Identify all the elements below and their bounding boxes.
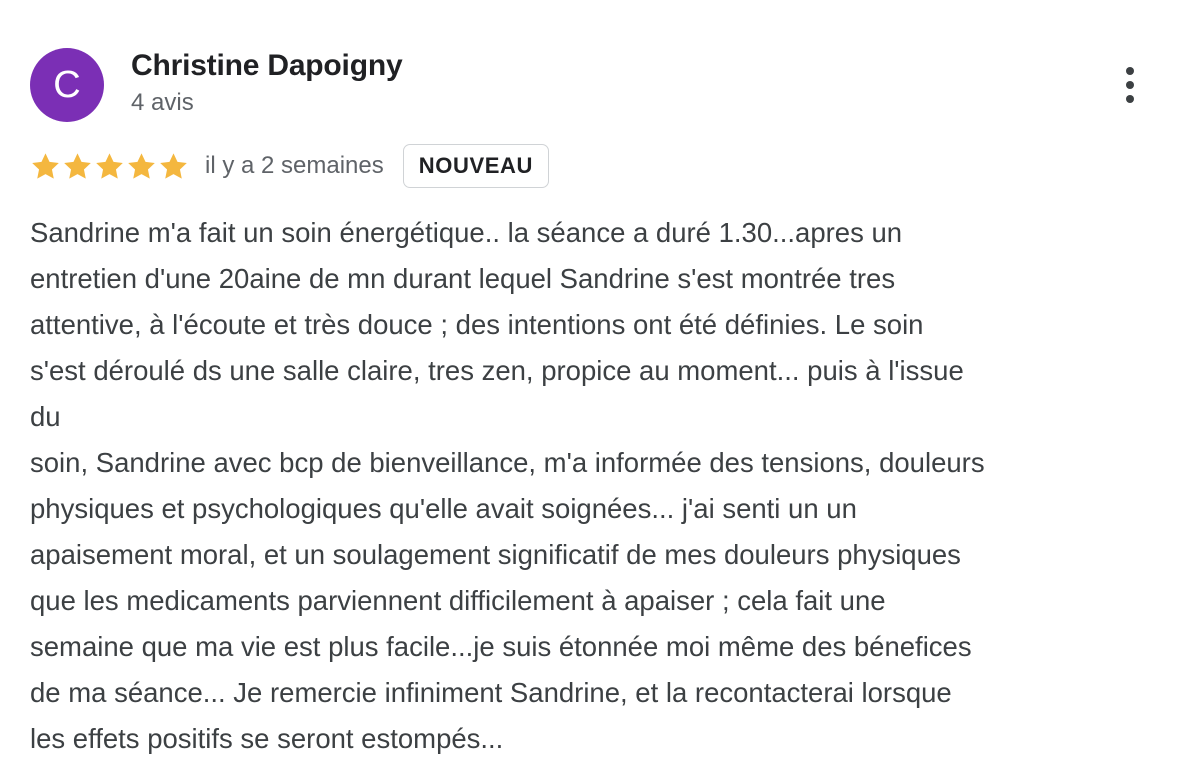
- review-text-line: Sandrine m'a fait un soin énergétique.. …: [30, 217, 903, 248]
- review-text-line: soin, Sandrine avec bcp de bienveillance…: [30, 447, 985, 478]
- author-name[interactable]: Christine Dapoigny: [131, 49, 403, 83]
- review-text-line: entretien d'une 20aine de mn durant lequ…: [30, 263, 896, 294]
- author-review-count[interactable]: 4 avis: [131, 89, 194, 117]
- review-meta: il y a 2 semaines NOUVEAU: [30, 141, 549, 191]
- star-icon: [64, 152, 91, 179]
- review-text: Sandrine m'a fait un soin énergétique.. …: [30, 210, 1170, 762]
- more-vert-icon-dot: [1126, 81, 1134, 89]
- avatar[interactable]: C: [30, 48, 104, 122]
- review-text-line: de ma séance... Je remercie infiniment S…: [30, 677, 952, 708]
- new-badge: NOUVEAU: [402, 144, 549, 188]
- review-text-line: apaisement moral, et un soulagement sign…: [30, 539, 961, 570]
- review-text-line: s'est déroulé ds une salle claire, tres …: [30, 355, 964, 386]
- more-options-button[interactable]: [1110, 60, 1150, 110]
- review-card: C Christine Dapoigny 4 avis il y a 2 sem…: [0, 0, 1178, 778]
- more-vert-icon: [1126, 67, 1134, 75]
- star-icon: [128, 152, 155, 179]
- star-icon: [160, 152, 187, 179]
- avatar-initial: C: [53, 64, 81, 106]
- more-vert-icon-dot: [1126, 95, 1134, 103]
- review-text-line: du: [30, 401, 61, 432]
- star-rating: [30, 151, 189, 182]
- review-text-line: physiques et psychologiques qu'elle avai…: [30, 493, 857, 524]
- review-text-line: que les medicaments parviennent difficil…: [30, 585, 886, 616]
- star-icon: [96, 152, 123, 179]
- review-header: C Christine Dapoigny 4 avis: [30, 46, 1150, 122]
- star-icon: [32, 152, 59, 179]
- review-text-line: attentive, à l'écoute et très douce ; de…: [30, 309, 924, 340]
- review-date: il y a 2 semaines: [205, 152, 384, 179]
- review-text-line: semaine que ma vie est plus facile...je …: [30, 631, 972, 662]
- review-text-line: les effets positifs se seront estompés..…: [30, 723, 504, 754]
